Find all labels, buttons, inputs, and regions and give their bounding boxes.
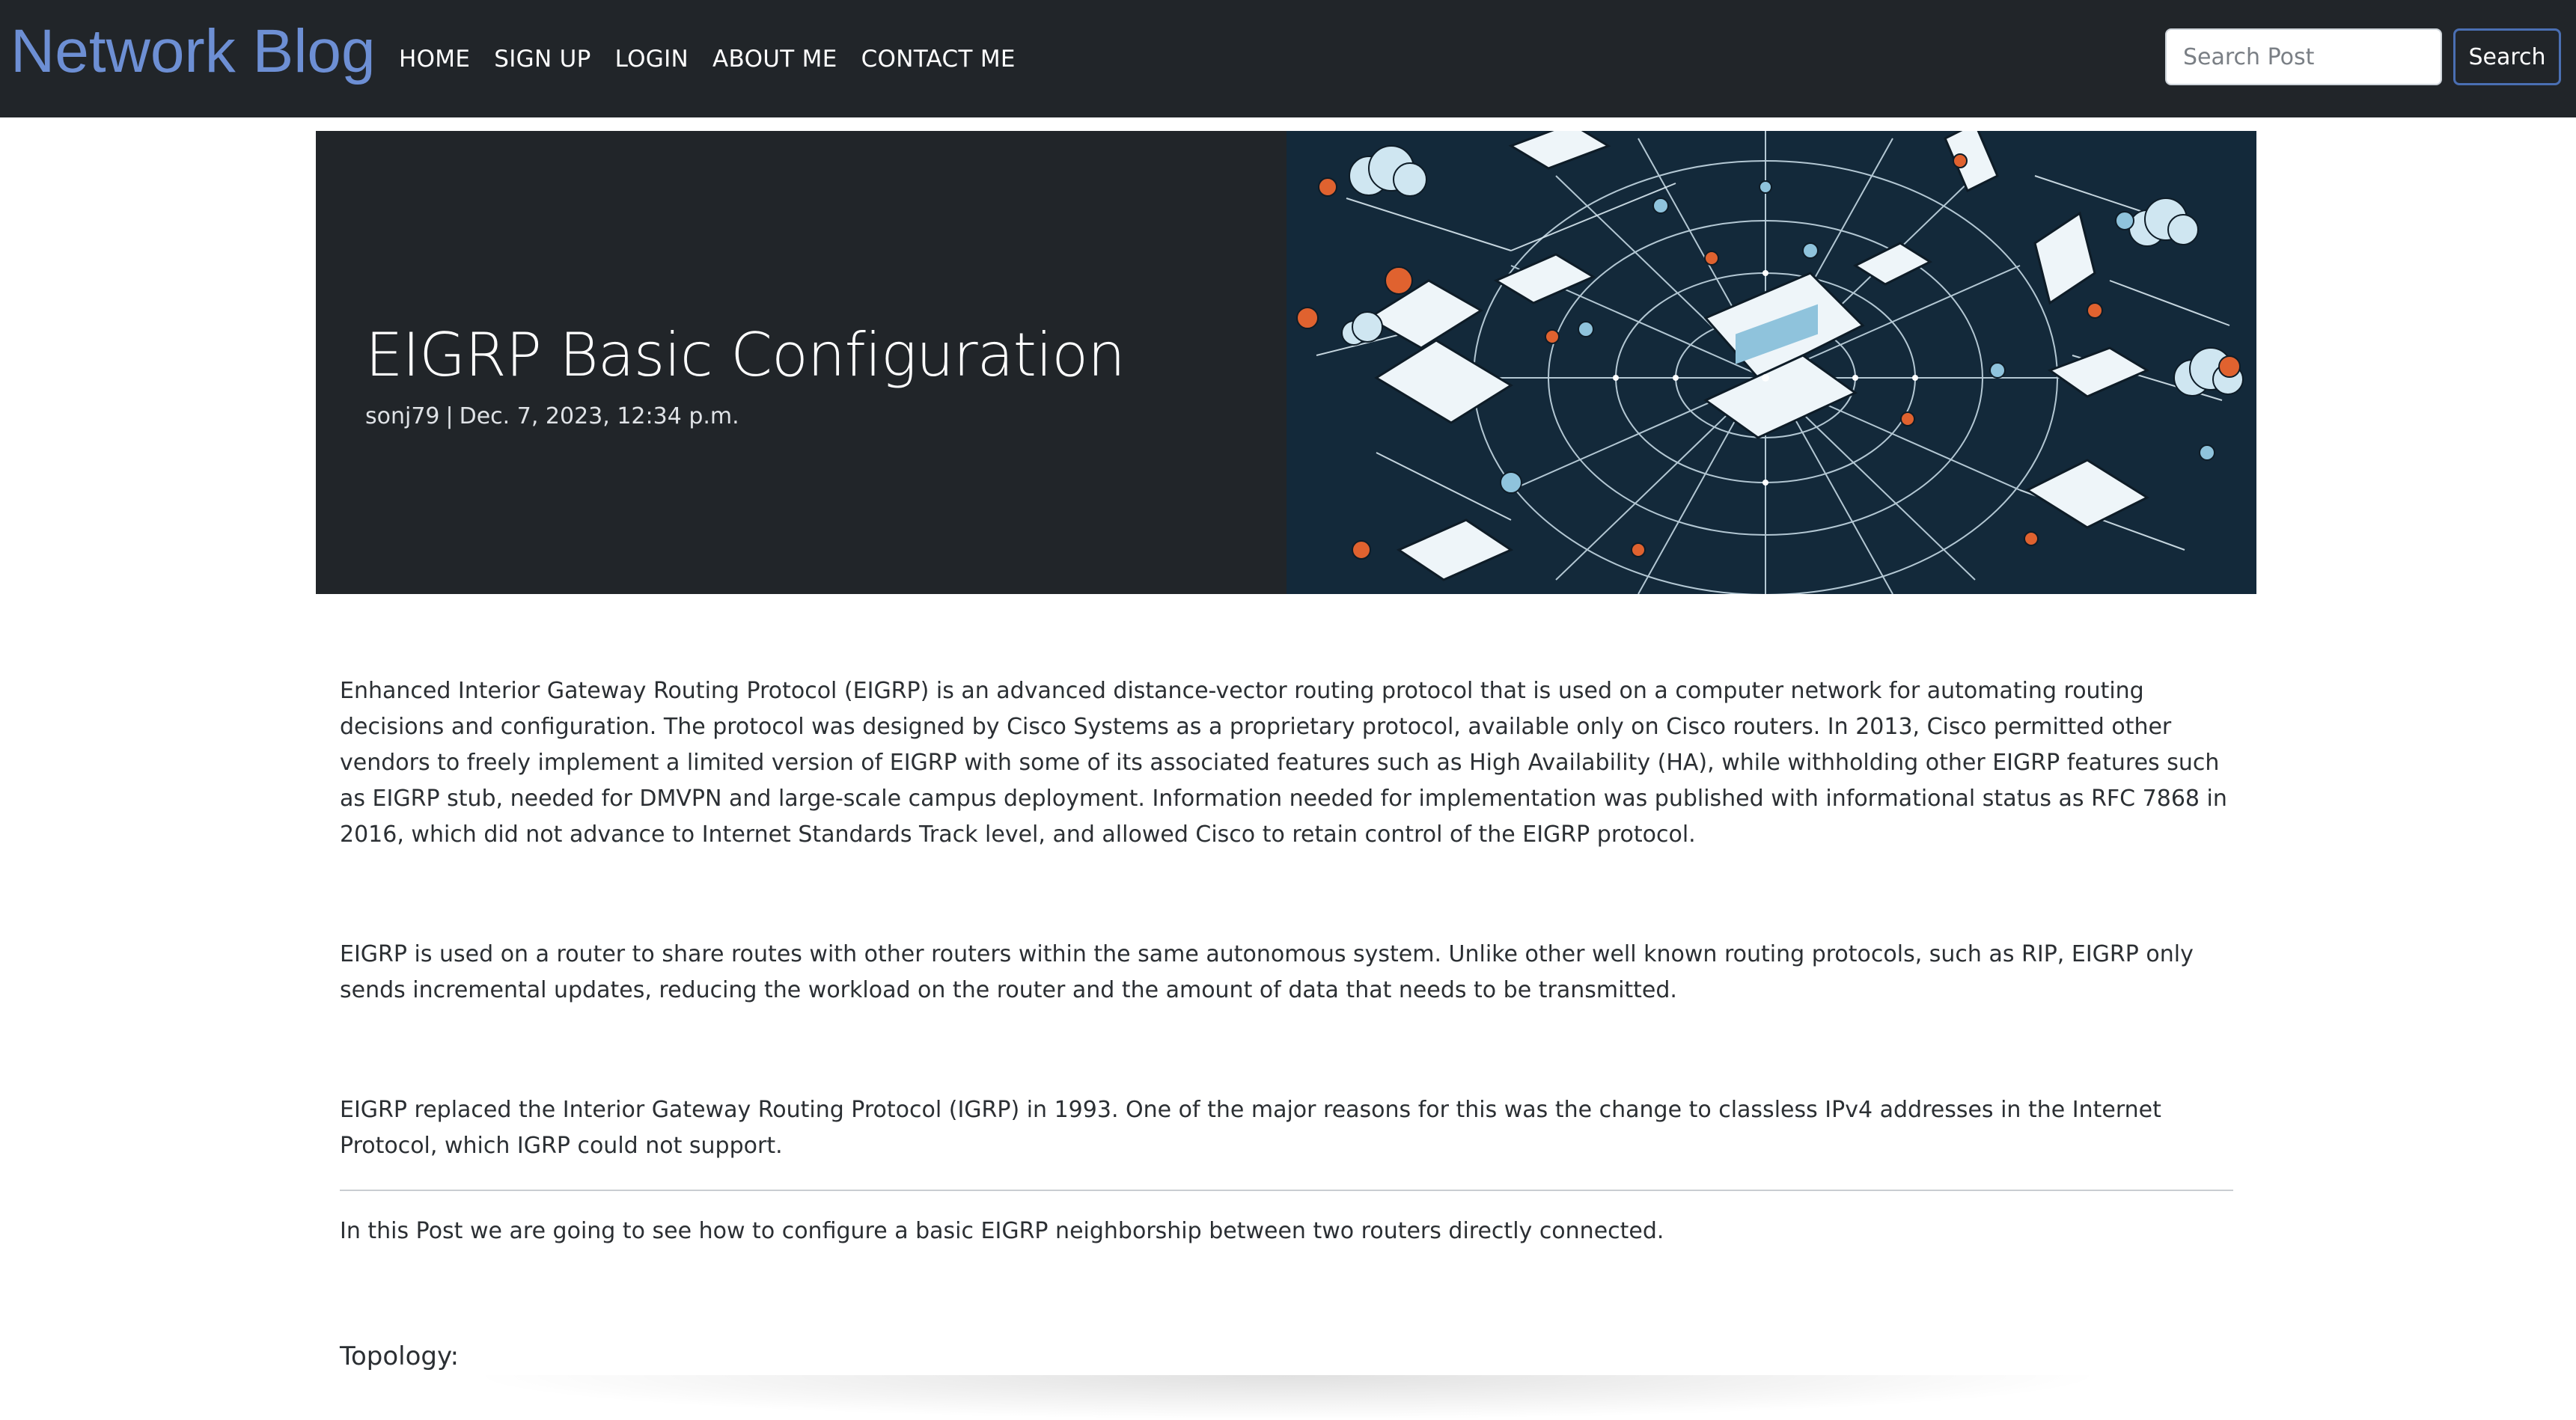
topology-heading: Topology: xyxy=(340,1341,460,1371)
nav-link-about[interactable]: ABOUT ME xyxy=(712,46,837,73)
paragraph-post-goal: In this Post we are going to see how to … xyxy=(340,1218,1664,1244)
network-illustration-svg xyxy=(1287,131,2256,594)
network-illustration xyxy=(1287,131,2256,594)
search-button[interactable]: Search xyxy=(2453,28,2561,85)
post-title: EIGRP Basic Configuration xyxy=(365,320,1126,390)
search-input[interactable] xyxy=(2165,28,2442,85)
topology-image-shadow xyxy=(464,1375,2110,1420)
paragraph-eigrp-history: EIGRP replaced the Interior Gateway Rout… xyxy=(340,1097,2161,1159)
brand-logo-link[interactable]: Network Blog xyxy=(10,10,376,93)
post-author: sonj79 xyxy=(365,403,440,429)
nav-link-login[interactable]: LOGIN xyxy=(615,46,689,73)
paragraph-eigrp-usage: EIGRP is used on a router to share route… xyxy=(340,941,2194,1003)
nav-link-signup[interactable]: SIGN UP xyxy=(494,46,590,73)
paragraph-eigrp-intro: Enhanced Interior Gateway Routing Protoc… xyxy=(340,678,2227,848)
post-hero: EIGRP Basic Configuration sonj79 | Dec. 7,… xyxy=(316,131,2256,594)
top-navbar: Network Blog HOME SIGN UP LOGIN ABOUT ME… xyxy=(0,0,2576,117)
nav-link-home[interactable]: HOME xyxy=(399,46,470,73)
nav-link-contact[interactable]: CONTACT ME xyxy=(861,46,1016,73)
post-meta: sonj79 | Dec. 7, 2023, 12:34 p.m. xyxy=(365,403,1263,429)
meta-separator: | xyxy=(445,403,454,429)
nav-links: HOME SIGN UP LOGIN ABOUT ME CONTACT ME xyxy=(399,0,1040,117)
hero-text: EIGRP Basic Configuration sonj79 | Dec. 7,… xyxy=(365,318,1263,429)
content-divider xyxy=(340,1190,2233,1191)
post-date: Dec. 7, 2023, 12:34 p.m. xyxy=(459,403,739,429)
